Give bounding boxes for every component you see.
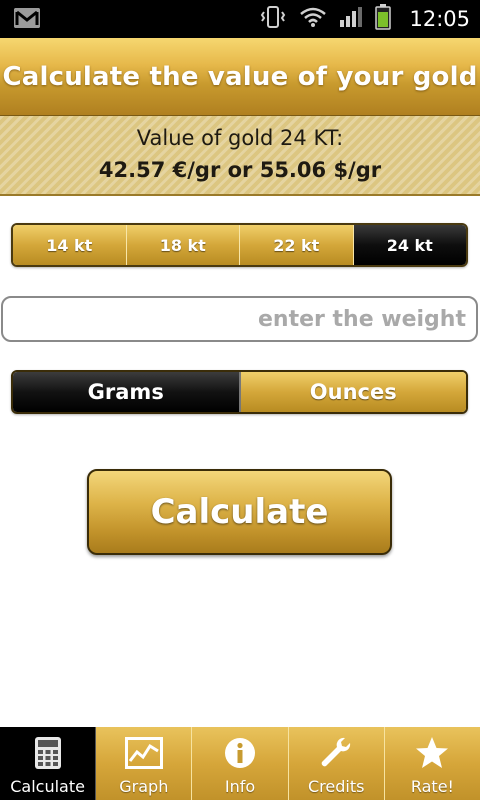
weight-input[interactable] xyxy=(1,296,478,342)
tab-calculate-label: Calculate xyxy=(10,777,85,796)
signal-icon xyxy=(339,6,363,32)
karat-option-18[interactable]: 18 kt xyxy=(126,225,240,265)
gold-value-label: Value of gold 24 KT: xyxy=(136,126,344,150)
calculate-button[interactable]: Calculate xyxy=(87,469,392,555)
wrench-icon xyxy=(317,735,355,771)
wifi-icon xyxy=(299,6,327,32)
tab-calculate[interactable]: Calculate xyxy=(0,727,97,800)
gmail-notification-icon xyxy=(14,8,40,28)
status-bar: 12:05 xyxy=(0,0,480,38)
graph-icon xyxy=(124,735,163,771)
page-title: Calculate the value of your gold xyxy=(2,62,478,92)
unit-option-grams[interactable]: Grams xyxy=(13,372,241,412)
tab-info[interactable]: Info xyxy=(192,727,289,800)
karat-option-24[interactable]: 24 kt xyxy=(353,225,466,265)
karat-option-22[interactable]: 22 kt xyxy=(240,225,354,265)
gold-value-panel: Value of gold 24 KT: 42.57 €/gr or 55.06… xyxy=(0,116,480,196)
clock: 12:05 xyxy=(409,7,470,31)
info-icon xyxy=(221,735,259,771)
gold-value-price: 42.57 €/gr or 55.06 $/gr xyxy=(98,158,382,182)
calculator-icon xyxy=(29,735,67,771)
tab-credits[interactable]: Credits xyxy=(288,727,385,800)
vibrate-icon xyxy=(259,5,287,33)
tab-graph[interactable]: Graph xyxy=(96,727,193,800)
star-icon xyxy=(413,735,451,771)
tab-info-label: Info xyxy=(224,777,256,796)
battery-icon xyxy=(375,4,392,34)
unit-option-ounces[interactable]: Ounces xyxy=(240,372,466,412)
tab-credits-label: Credits xyxy=(307,777,365,796)
karat-selector: 14 kt 18 kt 22 kt 24 kt xyxy=(11,223,468,267)
unit-selector: Grams Ounces xyxy=(11,370,468,414)
tab-rate-label: Rate! xyxy=(410,777,454,796)
app-header: Calculate the value of your gold xyxy=(0,38,480,116)
karat-option-14[interactable]: 14 kt xyxy=(13,225,127,265)
tab-rate[interactable]: Rate! xyxy=(384,727,480,800)
tab-graph-label: Graph xyxy=(119,777,169,796)
bottom-tab-bar: Calculate Graph Info Credits Rate! xyxy=(0,727,480,800)
